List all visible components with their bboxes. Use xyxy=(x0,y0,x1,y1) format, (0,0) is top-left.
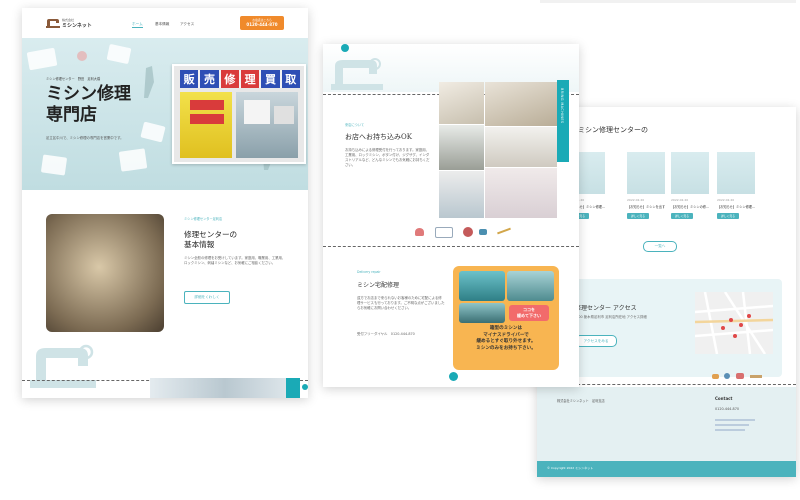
news-card[interactable]: 2022.02.20 【お知らせ】ミシン修理… 詳しく見る xyxy=(717,152,755,219)
page-edge xyxy=(540,0,796,3)
sign-char: 買 xyxy=(261,70,280,88)
machine-photo xyxy=(439,125,484,170)
storefront-sign: 販 売 修 理 買 取 xyxy=(180,70,300,88)
machine-photo xyxy=(439,82,484,124)
news-card[interactable]: 2022.02.20 【お知らせ】ミシンの修… 詳しく見る xyxy=(671,152,709,219)
access-map[interactable] xyxy=(695,292,773,354)
news-title: 【お知らせ】ミシンの修… xyxy=(671,205,709,209)
hero-title: ミシン修理 専門店 xyxy=(46,84,131,127)
info-title-line: 基本情報 xyxy=(184,240,215,250)
brand-logo-icon xyxy=(46,19,60,28)
hero-subtitle: ミシン修理センター 野田 足利大橋 xyxy=(46,77,101,81)
nav-info[interactable]: 基本情報 xyxy=(155,22,169,27)
section2-label: Delivery repair xyxy=(357,270,381,274)
news-more-button[interactable]: 一覧へ xyxy=(643,241,677,252)
sign-char: 販 xyxy=(180,70,199,88)
info-detail-button[interactable]: 詳細をくわしく xyxy=(184,291,230,304)
footer-phone: 0120-444-870 xyxy=(715,407,740,411)
callout-text: 箱型のミシンは マイナスドライバーで 緩めるとすぐ取り外せます。 ミシンのみをお… xyxy=(455,326,557,353)
phone-number: 0120-444-870 xyxy=(246,22,278,27)
news-title: 【お知らせ】ミシンを出す… xyxy=(627,205,665,209)
access-button[interactable]: アクセスをみる xyxy=(575,335,617,347)
section2-phone: 受付フリーダイヤル 0120-444-870 xyxy=(357,332,415,336)
section2-title: ミシン宅配修理 xyxy=(357,282,400,289)
hero-title-line: ミシン修理 xyxy=(46,84,131,104)
callout-text-line: ミシンのみをお持ち下さい。 xyxy=(476,345,536,351)
footer-contact-lines xyxy=(715,419,755,431)
news-title: 【お知らせ】ミシン修理… xyxy=(717,205,755,209)
header-phone-button[interactable]: お電話はこちら 0120-444-870 xyxy=(240,16,284,30)
callout-photo xyxy=(459,303,505,323)
hero-title-line: 専門店 xyxy=(46,105,97,126)
section2-text: 遠方でお店まで来られないお客様のために宅配による修理サービスも行っております。ご… xyxy=(357,296,445,311)
sign-char: 取 xyxy=(281,70,300,88)
callout-photo xyxy=(459,271,505,301)
footer-copyright: © Copyright 2022 ミシンネット xyxy=(547,466,594,470)
news-date: 2022.02.20 xyxy=(671,198,689,202)
section1-text: お持ち込みによる修理受付を行っております。家庭用、工業用、ロックミシン、ボタン付… xyxy=(345,148,430,168)
machine-photo xyxy=(439,171,484,218)
sign-char: 売 xyxy=(200,70,219,88)
news-detail-button[interactable]: 詳しく見る xyxy=(671,213,693,219)
vertical-tab: BRING MACHINES xyxy=(557,80,569,162)
machine-photo xyxy=(485,82,557,126)
news-thumbnail xyxy=(671,152,709,194)
callout-bubble: ココを 緩めて下さい xyxy=(509,305,549,321)
sign-char: 理 xyxy=(240,70,260,88)
brand-name[interactable]: ミシンネット xyxy=(62,22,92,29)
workshop-photo xyxy=(46,214,164,332)
sewing-machine-illustration xyxy=(30,344,96,388)
callout-text-line: 緩めるとすぐ取り外せます。 xyxy=(476,339,536,345)
decorative-dot xyxy=(341,44,349,52)
news-heading: ミシン修理センターの xyxy=(578,126,648,134)
footer-contact-heading: Contact xyxy=(715,396,733,401)
info-text: ミシン全般の修理をお受けしています。家庭用、職業用、工業用、ロックミシン、刺繍ミ… xyxy=(184,256,286,266)
sign-char: 修 xyxy=(220,70,239,88)
info-number-label: ミシン修理センター足利店 xyxy=(184,216,222,221)
nav-access[interactable]: アクセス xyxy=(180,22,194,27)
machine-photo xyxy=(485,127,557,167)
news-thumbnail xyxy=(627,152,665,194)
bottom-photo-strip xyxy=(150,378,300,398)
section1-label: 来店について xyxy=(345,123,365,127)
sewing-machine-illustration xyxy=(331,58,383,90)
decorative-dot xyxy=(449,372,458,381)
footer-brand: 株式会社ミシンネット 足利支店 xyxy=(557,399,605,403)
sewing-supplies-decoration xyxy=(712,371,772,381)
page-preview-2: 来店について お店へお持ち込みOK お持ち込みによる修理受付を行っております。家… xyxy=(323,44,579,387)
page-preview-1: 株式会社 ミシンネット ホーム 基本情報 アクセス お電話はこちら 0120-4… xyxy=(22,8,308,398)
news-thumbnail xyxy=(717,152,755,194)
news-date: 2022.02.20 xyxy=(627,198,645,202)
storefront-photo: 販 売 修 理 買 取 xyxy=(172,64,306,164)
nav-home[interactable]: ホーム xyxy=(132,22,143,28)
callout-photo xyxy=(507,271,554,301)
info-section-label: ミシン修理センター足利店 xyxy=(184,217,223,221)
section1-title: お店へお持ち込みOK xyxy=(345,133,412,141)
info-title-line: 修理センターの xyxy=(184,230,238,239)
info-title: 修理センターの 基本情報 xyxy=(184,230,237,251)
vertical-tab-label: BRING MACHINES xyxy=(560,88,564,124)
news-detail-button[interactable]: 詳しく見る xyxy=(717,213,739,219)
hero-text: 足立区中川で、ミシン修理の専門店を営業中です。 xyxy=(46,136,124,140)
sewing-notions-decoration xyxy=(413,224,523,240)
divider-line xyxy=(323,246,579,247)
decorative-dot xyxy=(302,384,308,390)
news-date: 2022.02.20 xyxy=(717,198,735,202)
machine-photo xyxy=(485,168,557,218)
callout-bubble-line: 緩めて下さい xyxy=(517,313,541,318)
machine-photo-collage xyxy=(439,82,557,218)
vertical-tab xyxy=(286,378,300,398)
news-card[interactable]: 2022.02.20 【お知らせ】ミシンを出す… 詳しく見る xyxy=(627,152,665,219)
callout-text-line: 箱型のミシンは xyxy=(489,326,523,331)
news-detail-button[interactable]: 詳しく見る xyxy=(627,213,649,219)
